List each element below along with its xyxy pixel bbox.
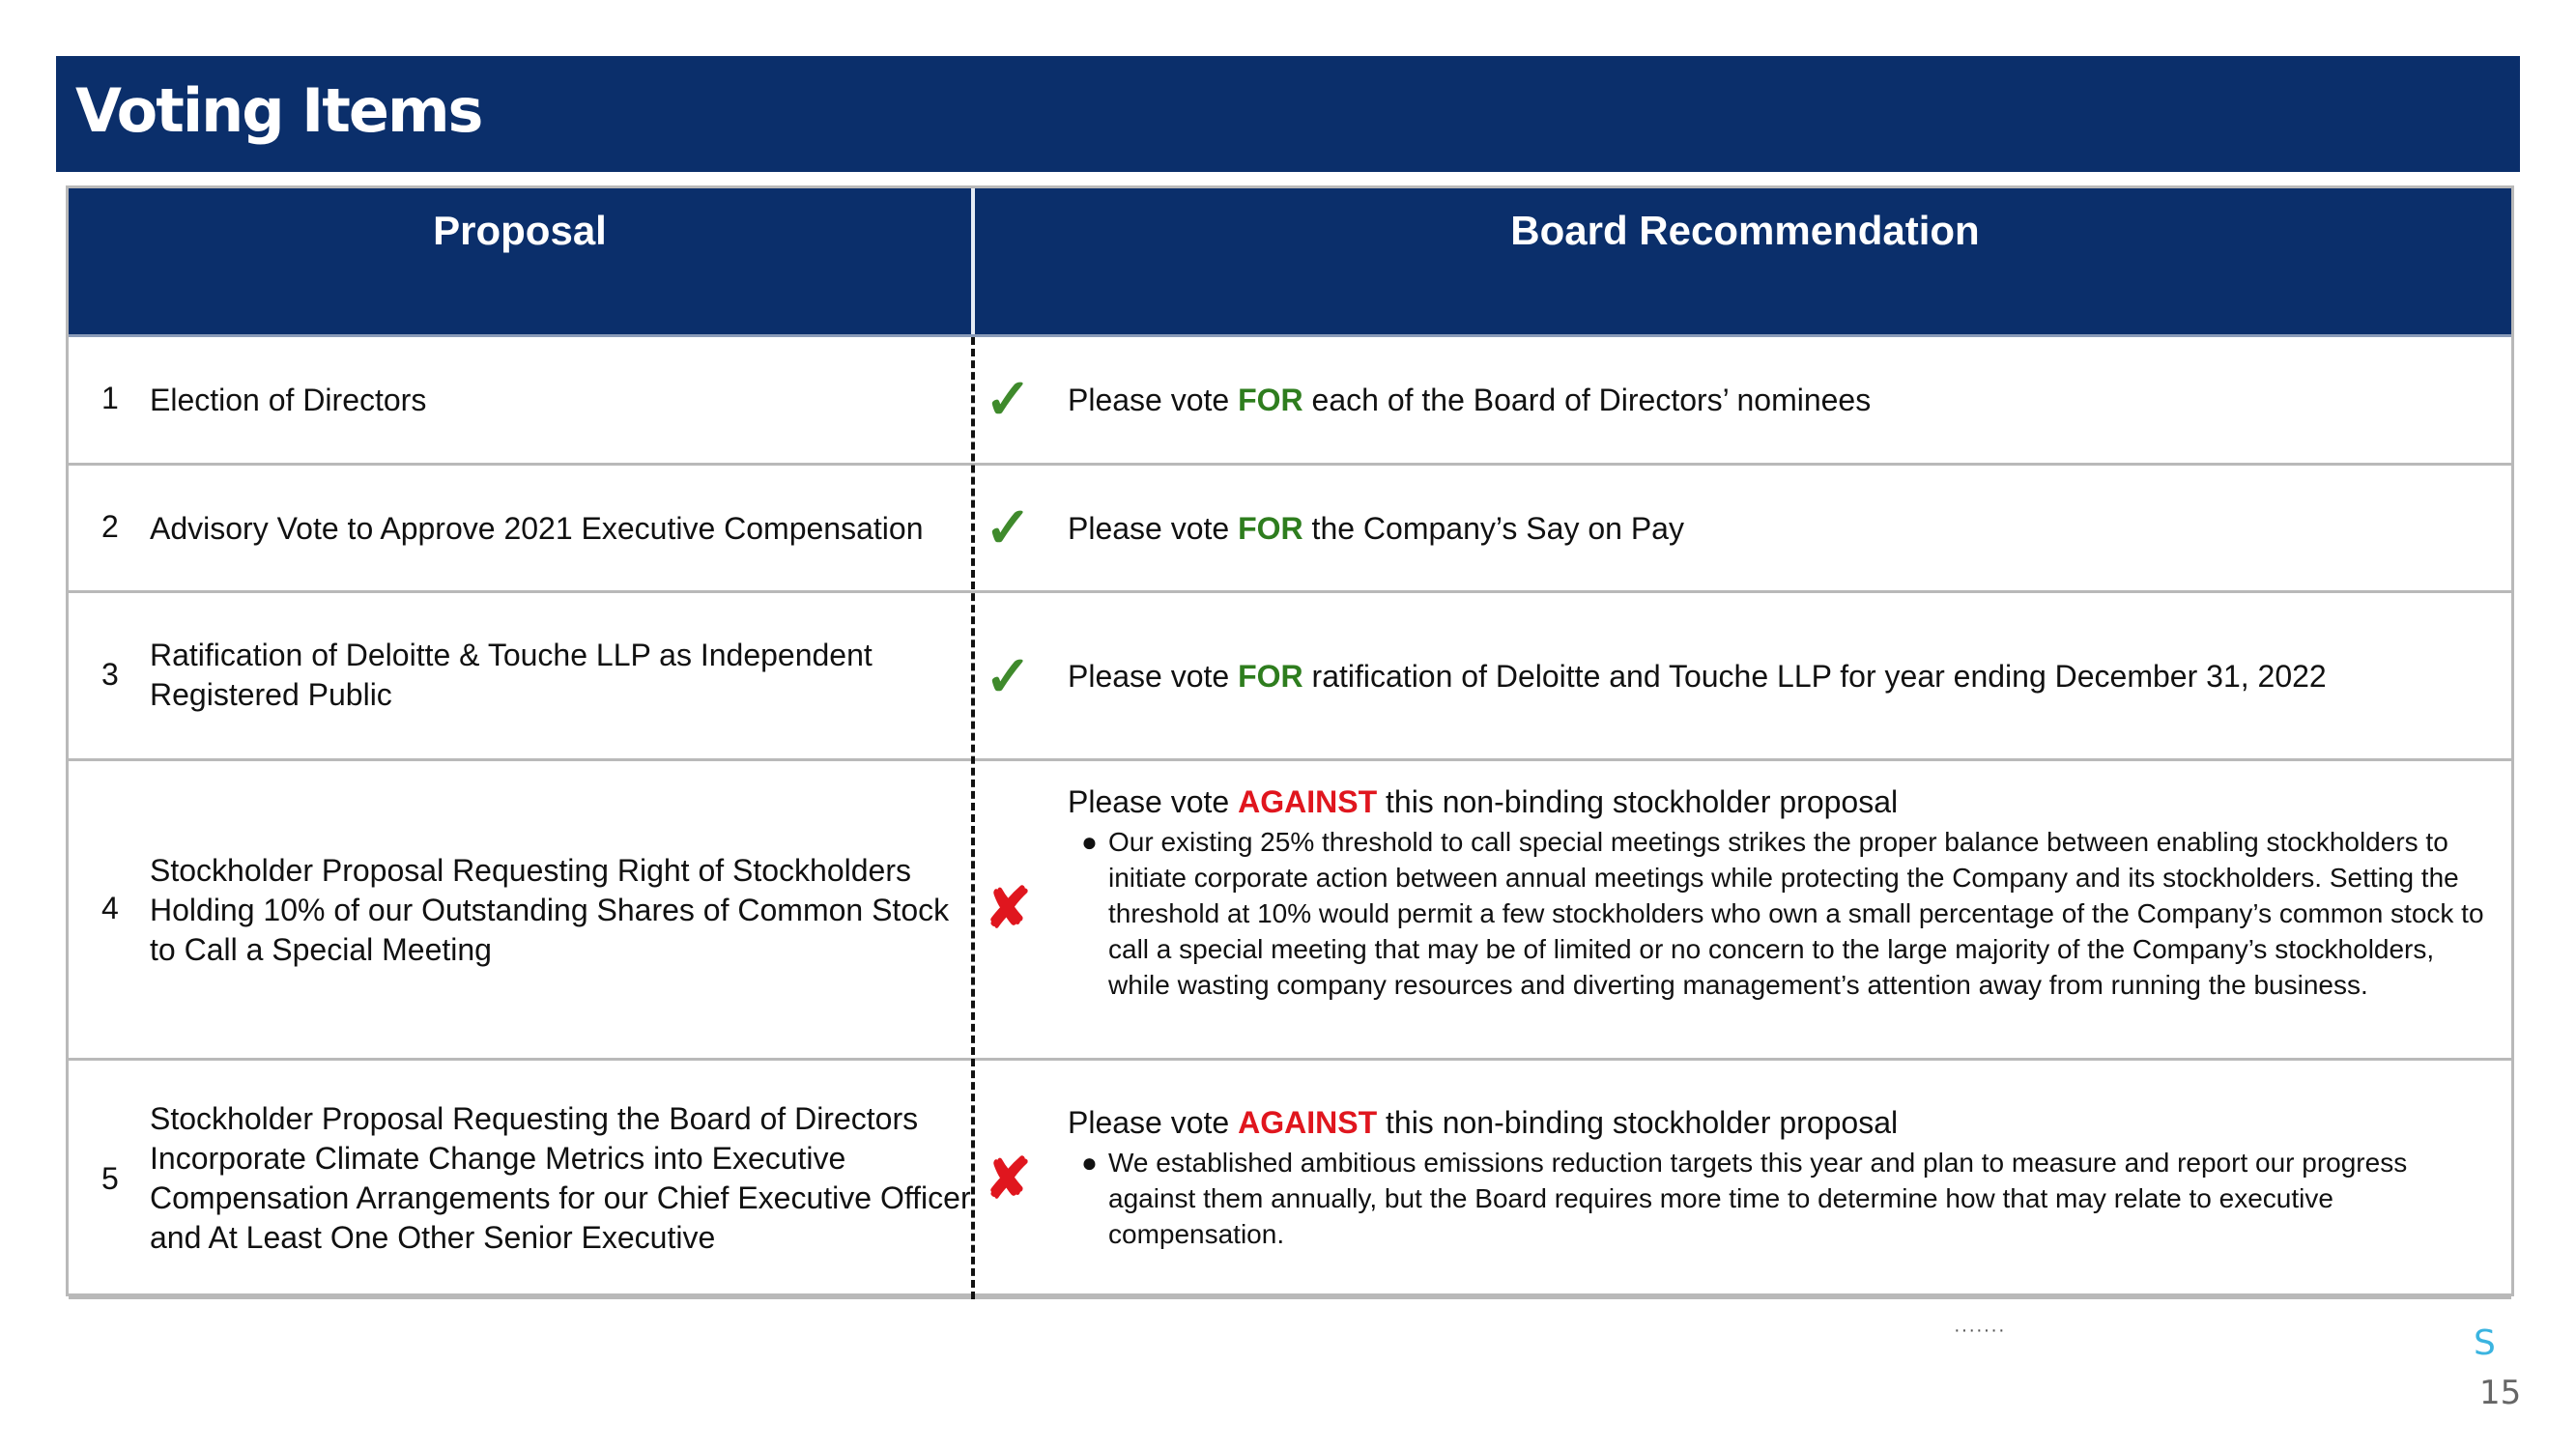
row-number: 5: [101, 1161, 119, 1196]
footer-dots: ·······: [1954, 1320, 2006, 1341]
table-row: 3 Ratification of Deloitte & Touche LLP …: [69, 593, 2511, 761]
column-divider: [971, 337, 975, 1299]
vote-keyword: AGAINST: [1238, 1105, 1378, 1140]
vote-keyword: FOR: [1238, 383, 1303, 417]
header-divider: [971, 188, 975, 334]
bullet-text: Our existing 25% threshold to call speci…: [1108, 827, 2484, 1000]
company-logo: S: [2474, 1323, 2496, 1363]
title-bar: Voting Items: [56, 56, 2520, 172]
bullet-icon: ●: [1081, 827, 1098, 857]
bullet-text: We established ambitious emissions reduc…: [1108, 1148, 2408, 1249]
recommendation: Please vote AGAINST this non-binding sto…: [1068, 1103, 2498, 1252]
rec-prefix: Please vote: [1068, 659, 1239, 694]
rec-suffix: each of the Board of Directors’ nominees: [1302, 383, 1872, 417]
vote-keyword: FOR: [1238, 511, 1303, 546]
recommendation: Please vote FOR ratification of Deloitte…: [1068, 657, 2498, 696]
check-icon: ✓: [985, 497, 1032, 559]
row-number: 1: [101, 381, 119, 415]
table-row: 1 Election of Directors ✓ Please vote FO…: [69, 337, 2511, 466]
voting-items-table: Proposal Board Recommendation 1 Election…: [66, 185, 2514, 1299]
row-number: 2: [101, 509, 119, 544]
bullet-icon: ●: [1081, 1148, 1098, 1178]
row-number: 4: [101, 891, 119, 925]
check-icon: ✓: [985, 368, 1032, 431]
table-row: 5 Stockholder Proposal Requesting the Bo…: [69, 1061, 2511, 1299]
bullet-item: ● Our existing 25% threshold to call spec…: [1068, 824, 2498, 1003]
cross-icon: ✘: [985, 877, 1032, 940]
page-title: Voting Items: [75, 75, 483, 146]
row-number: 3: [101, 657, 119, 692]
table-row: 2 Advisory Vote to Approve 2021 Executiv…: [69, 466, 2511, 593]
cross-icon: ✘: [985, 1148, 1032, 1210]
table-header: Proposal Board Recommendation: [69, 188, 2511, 337]
rec-suffix: this non-binding stockholder proposal: [1377, 784, 1899, 819]
header-proposal: Proposal: [433, 208, 607, 253]
rec-prefix: Please vote: [1068, 511, 1239, 546]
rec-prefix: Please vote: [1068, 1105, 1239, 1140]
proposal-text: Advisory Vote to Approve 2021 Executive …: [150, 511, 924, 546]
proposal-text: Ratification of Deloitte & Touche LLP as…: [150, 638, 873, 712]
proposal-text: Stockholder Proposal Requesting Right of…: [150, 853, 950, 967]
proposal-text: Election of Directors: [150, 383, 427, 417]
recommendation: Please vote FOR the Company’s Say on Pay: [1068, 509, 2498, 549]
header-board-recommendation: Board Recommendation: [1510, 208, 1980, 253]
rec-prefix: Please vote: [1068, 784, 1239, 819]
proposal-text: Stockholder Proposal Requesting the Boar…: [150, 1101, 971, 1255]
recommendation: Please vote FOR each of the Board of Dir…: [1068, 381, 2498, 420]
bullet-item: ● We established ambitious emissions redu…: [1068, 1145, 2498, 1252]
check-icon: ✓: [985, 645, 1032, 708]
rec-prefix: Please vote: [1068, 383, 1239, 417]
page-number: 15: [2479, 1374, 2522, 1412]
vote-keyword: AGAINST: [1238, 784, 1378, 819]
recommendation: Please vote AGAINST this non-binding sto…: [1068, 782, 2498, 1003]
vote-keyword: FOR: [1238, 659, 1303, 694]
rec-suffix: the Company’s Say on Pay: [1302, 511, 1684, 546]
rec-suffix: ratification of Deloitte and Touche LLP …: [1302, 659, 2327, 694]
rec-suffix: this non-binding stockholder proposal: [1377, 1105, 1899, 1140]
table-row: 4 Stockholder Proposal Requesting Right …: [69, 761, 2511, 1061]
